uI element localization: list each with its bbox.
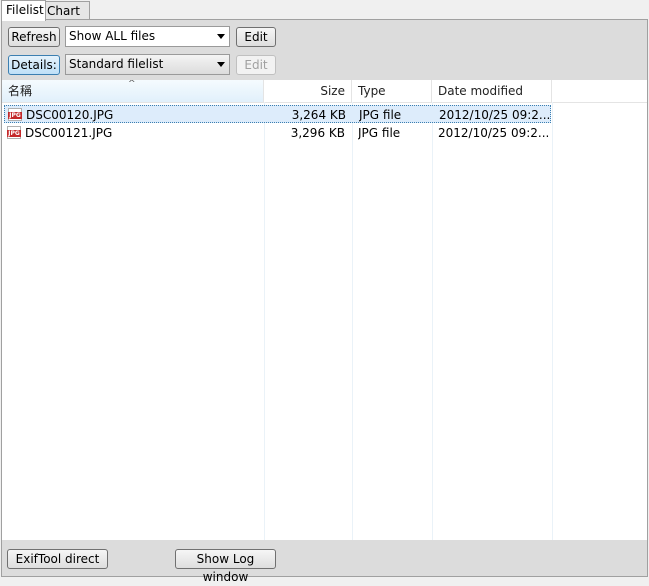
- column-divider: [552, 102, 553, 540]
- column-header-date[interactable]: Date modified: [432, 80, 552, 102]
- exiftool-direct-button[interactable]: ExifTool direct: [7, 549, 108, 569]
- sort-ascending-icon: ^: [128, 80, 136, 89]
- edit-filter-button[interactable]: Edit: [236, 27, 276, 47]
- filelist-panel: Refresh Show ALL files Edit Details: Sta…: [1, 19, 648, 584]
- toolbar: Refresh Show ALL files Edit Details: Sta…: [2, 20, 647, 80]
- column-header-name[interactable]: 名稱 ^: [2, 80, 264, 102]
- jpg-file-icon: [8, 108, 22, 121]
- table-row[interactable]: DSC00120.JPG 3,264 KB JPG file 2012/10/2…: [4, 105, 551, 123]
- column-divider: [352, 102, 353, 540]
- file-date: 2012/10/25 09:2...: [439, 108, 551, 122]
- column-header-size[interactable]: Size: [264, 80, 352, 102]
- tab-strip: Filelist Chart: [0, 0, 649, 21]
- file-list[interactable]: 名稱 ^ Size Type Date modified DSC00120.JP…: [2, 80, 647, 540]
- edit-view-button[interactable]: Edit: [236, 55, 276, 75]
- tab-chart[interactable]: Chart: [42, 1, 90, 20]
- file-type: JPG file: [359, 108, 402, 122]
- file-size: 3,296 KB: [290, 126, 345, 140]
- column-header-type[interactable]: Type: [352, 80, 432, 102]
- file-date: 2012/10/25 09:2...: [438, 126, 550, 140]
- file-filter-value: Show ALL files: [69, 29, 156, 43]
- column-divider: [432, 102, 433, 540]
- column-header-label: 名稱: [8, 84, 33, 98]
- list-header: 名稱 ^ Size Type Date modified: [2, 80, 647, 103]
- column-divider: [264, 102, 265, 540]
- file-filter-select[interactable]: Show ALL files: [65, 26, 230, 47]
- details-button[interactable]: Details:: [8, 55, 60, 75]
- file-type: JPG file: [358, 126, 401, 140]
- view-mode-select[interactable]: Standard filelist: [65, 54, 230, 75]
- chevron-down-icon: [217, 34, 225, 39]
- file-name: DSC00120.JPG: [26, 108, 114, 122]
- tab-filelist[interactable]: Filelist: [1, 0, 46, 21]
- bottom-toolbar: ExifTool direct Show Log window: [2, 540, 647, 584]
- view-mode-value: Standard filelist: [69, 57, 164, 71]
- chevron-down-icon: [217, 62, 225, 67]
- jpg-file-icon: [7, 126, 21, 139]
- show-log-window-button[interactable]: Show Log window: [175, 549, 276, 584]
- file-size: 3,264 KB: [291, 108, 346, 122]
- refresh-button[interactable]: Refresh: [8, 27, 60, 47]
- file-name: DSC00121.JPG: [25, 126, 113, 140]
- table-row[interactable]: DSC00121.JPG 3,296 KB JPG file 2012/10/2…: [4, 124, 551, 142]
